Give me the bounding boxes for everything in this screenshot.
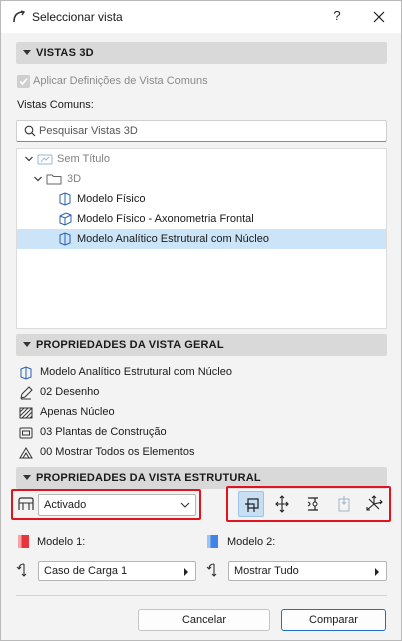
analytical-frame-icon: [245, 498, 259, 512]
section-header-general-properties[interactable]: PROPRIEDADES DA VISTA GERAL: [16, 334, 387, 356]
select-value: Mostrar Tudo: [234, 565, 299, 577]
checkmark-icon: [19, 77, 28, 86]
load-case-icon: [16, 563, 27, 577]
pen-set-icon: [20, 386, 33, 400]
analytical-view-button[interactable]: [238, 491, 264, 517]
prop-label: 00 Mostrar Todos os Elementos: [40, 446, 195, 458]
local-axes-icon: [366, 495, 383, 511]
axes-button[interactable]: [361, 491, 387, 517]
search-input[interactable]: [39, 123, 379, 139]
load-case-icon: [206, 563, 217, 577]
folder-icon: [46, 174, 62, 185]
model-cube-icon: [59, 232, 71, 246]
chevron-right-icon: [375, 568, 379, 576]
chevron-down-icon[interactable]: [24, 154, 34, 164]
checkbox-label: Aplicar Definições de Vista Comuns: [33, 75, 208, 87]
model-cube-icon: [59, 192, 71, 206]
structural-display-select[interactable]: Activado: [38, 494, 196, 516]
tree-item-structural-analytical[interactable]: Modelo Analítico Estrutural com Núcleo: [17, 229, 386, 249]
collapse-triangle-icon: [23, 475, 31, 480]
collapse-triangle-icon: [23, 50, 31, 55]
search-field[interactable]: [16, 120, 387, 142]
dialog-app-icon: [13, 10, 26, 23]
tree-item-label: Modelo Físico - Axonometria Frontal: [77, 213, 254, 225]
load-disabled-icon: [338, 496, 350, 512]
model2-select[interactable]: Mostrar Tudo: [228, 561, 387, 581]
support-arrows-icon: [275, 495, 289, 513]
view-cube-icon: [20, 366, 32, 380]
chevron-right-icon: [184, 568, 188, 576]
chevron-down-icon[interactable]: [33, 174, 43, 184]
prop-label: Apenas Núcleo: [40, 406, 115, 418]
section-title-3d-views: VISTAS 3D: [36, 47, 94, 59]
common-views-label: Vistas Comuns:: [17, 99, 94, 111]
select-view-dialog: Seleccionar vista ? VISTAS 3D Aplicar De…: [0, 0, 402, 641]
section-header-3d-views[interactable]: VISTAS 3D: [16, 42, 387, 64]
structural-display-icon: [18, 497, 34, 510]
section-title-structural-properties: PROPRIEDADES DA VISTA ESTRUTURAL: [36, 472, 261, 484]
search-icon: [24, 125, 36, 137]
prop-label: 02 Desenho: [40, 386, 100, 398]
hatch-core-icon: [19, 407, 33, 419]
dialog-title: Seleccionar vista: [32, 10, 123, 24]
release-frame-icon: [307, 497, 318, 511]
cancel-button[interactable]: Cancelar: [138, 609, 270, 631]
layer-combination-icon: [19, 447, 33, 459]
prop-label: 03 Plantas de Construção: [40, 426, 167, 438]
chevron-down-icon: [180, 502, 190, 508]
compare-button[interactable]: Comparar: [281, 609, 386, 631]
collapse-triangle-icon: [23, 342, 31, 347]
close-icon[interactable]: [367, 6, 391, 28]
model1-color-swatch: [18, 535, 29, 548]
model2-label: Modelo 2:: [227, 536, 276, 548]
tree-item-physical-axonometry[interactable]: Modelo Físico - Axonometria Frontal: [17, 209, 386, 229]
select-value: Caso de Carga 1: [44, 565, 128, 577]
section-title-general-properties: PROPRIEDADES DA VISTA GERAL: [36, 339, 224, 351]
supports-button[interactable]: [269, 491, 295, 517]
loads-button[interactable]: [331, 491, 357, 517]
tree-item-label: 3D: [67, 173, 82, 185]
model1-select[interactable]: Caso de Carga 1: [38, 561, 196, 581]
model1-label: Modelo 1:: [37, 536, 86, 548]
footer-divider: [16, 595, 387, 596]
untitled-view-icon: [37, 154, 53, 165]
tree-item-label: Modelo Físico: [77, 193, 146, 205]
title-bar: Seleccionar vista ?: [1, 1, 401, 33]
help-button[interactable]: ?: [327, 8, 347, 26]
checkbox-box[interactable]: [17, 75, 30, 88]
prop-label: Modelo Analítico Estrutural com Núcleo: [40, 366, 232, 378]
select-value: Activado: [44, 499, 87, 511]
model-view-options-icon: [19, 427, 33, 439]
model-cube-icon: [59, 212, 72, 226]
tree-item-3d-folder[interactable]: 3D: [17, 169, 386, 189]
tree-item-label: Modelo Analítico Estrutural com Núcleo: [77, 233, 269, 245]
views-tree[interactable]: Sem Título 3D Modelo Físico Modelo Físic…: [16, 148, 387, 329]
releases-button[interactable]: [300, 491, 326, 517]
tree-item-physical-model[interactable]: Modelo Físico: [17, 189, 386, 209]
tree-item-untitled[interactable]: Sem Título: [17, 149, 386, 169]
tree-item-label: Sem Título: [57, 153, 110, 165]
model2-color-swatch: [207, 535, 218, 548]
